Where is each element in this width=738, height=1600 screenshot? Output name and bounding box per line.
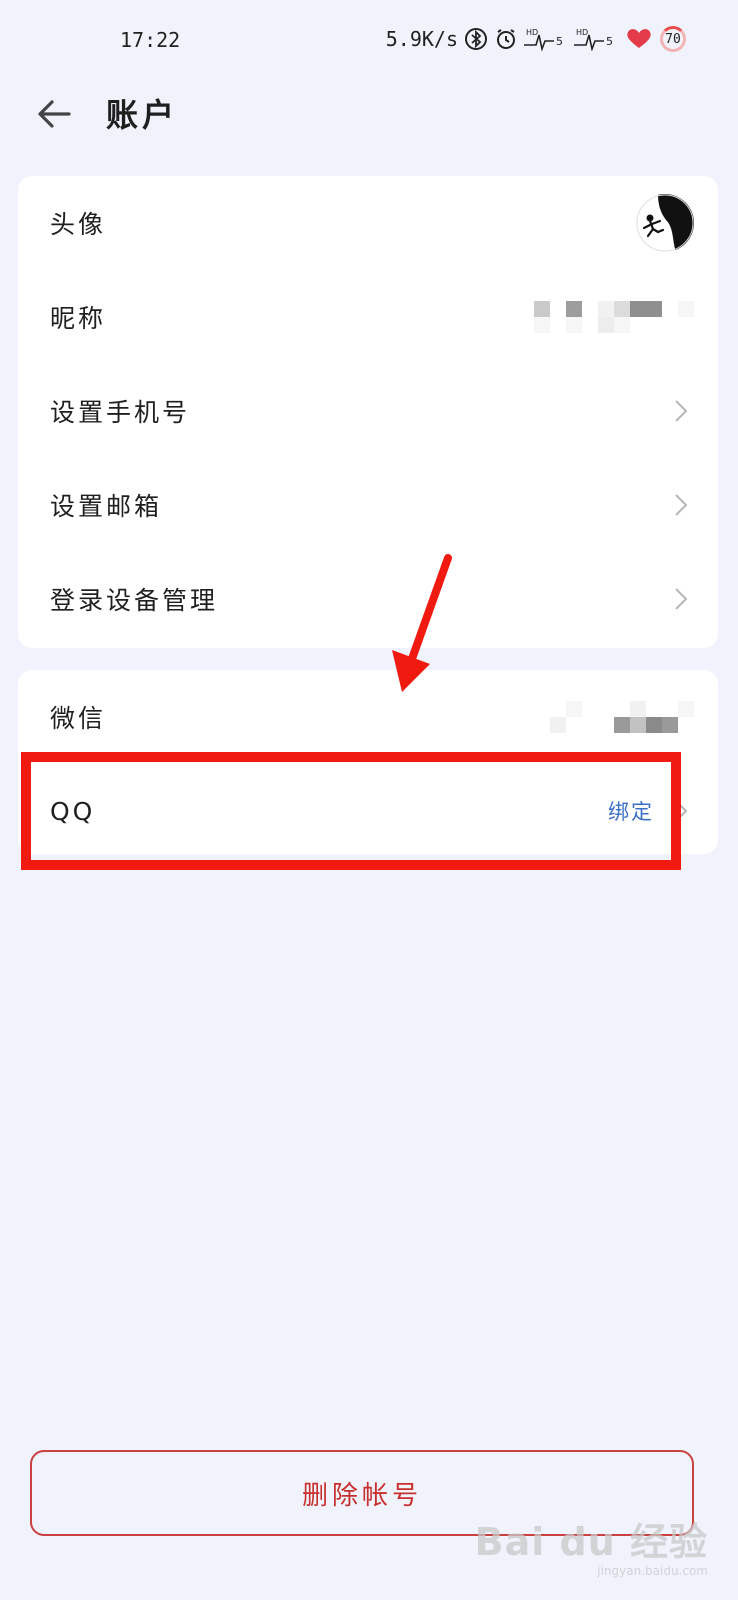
net-speed: 5.9K/s: [385, 27, 458, 51]
chevron-right-icon: [668, 492, 694, 518]
row-label: 设置手机号: [50, 398, 191, 427]
blurred-value: [550, 701, 694, 733]
row-wechat[interactable]: 微信: [18, 670, 718, 764]
svg-text:HD: HD: [576, 28, 588, 37]
row-set-email[interactable]: 设置邮箱: [18, 458, 718, 552]
chevron-right-icon: [668, 398, 694, 424]
row-label: 登录设备管理: [50, 586, 219, 615]
heart-icon: [624, 27, 654, 51]
battery-ring-icon: 70: [660, 26, 686, 52]
status-bar: 17:22 5.9K/s HD 5 HD 5 70: [0, 0, 738, 78]
row-label: 设置邮箱: [50, 492, 163, 521]
alarm-icon: [494, 27, 518, 51]
row-label: 微信: [50, 704, 107, 733]
watermark-site: jingyan.baidu.com: [597, 1564, 708, 1578]
status-icons: 5.9K/s HD 5 HD 5 70: [386, 26, 686, 52]
chevron-right-icon: [668, 798, 694, 824]
row-device-management[interactable]: 登录设备管理: [18, 552, 718, 646]
bind-link[interactable]: 绑定: [608, 796, 654, 826]
signal-hd-icon: HD 5: [524, 27, 568, 51]
bluetooth-icon: [464, 27, 488, 51]
app-header: 账户: [0, 78, 738, 158]
account-info-card: 头像 昵称 设置手机号 设置邮箱 登录设备管理: [18, 176, 718, 648]
svg-text:HD: HD: [526, 28, 538, 37]
status-time: 17:22: [120, 28, 181, 52]
battery-level: 70: [665, 31, 681, 47]
row-set-phone[interactable]: 设置手机号: [18, 364, 718, 458]
row-avatar[interactable]: 头像: [18, 176, 718, 270]
row-label: 头像: [50, 210, 107, 239]
row-qq[interactable]: QQ 绑定: [18, 764, 718, 854]
binding-card: 微信 QQ 绑定: [18, 670, 718, 854]
chevron-right-icon: [668, 586, 694, 612]
row-label: QQ: [50, 796, 96, 826]
delete-account-button[interactable]: 删除帐号: [30, 1450, 694, 1536]
svg-text:5: 5: [556, 35, 563, 48]
svg-text:5: 5: [606, 35, 613, 48]
back-button[interactable]: [32, 92, 76, 136]
signal-hd-icon: HD 5: [574, 27, 618, 51]
page-title: 账户: [106, 96, 179, 134]
row-nickname[interactable]: 昵称: [18, 270, 718, 364]
row-label: 昵称: [50, 304, 107, 333]
avatar: [636, 194, 694, 252]
back-arrow-icon: [38, 100, 71, 128]
blurred-value: [534, 301, 694, 333]
